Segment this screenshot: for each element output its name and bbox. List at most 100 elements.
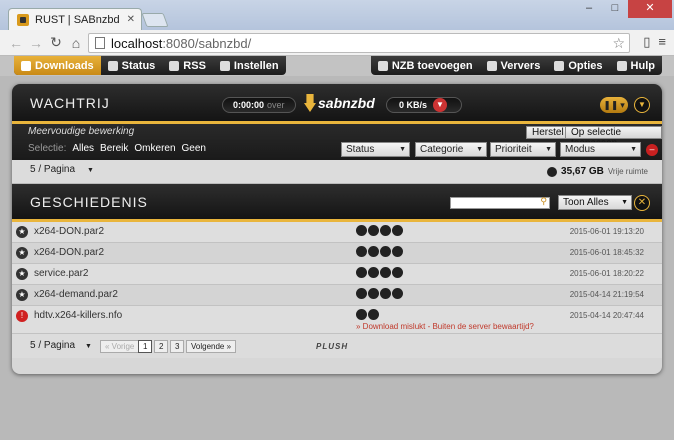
window-controls: – □ ✕ — [576, 0, 672, 18]
browser-tab[interactable]: RUST | SABnzbd ✕ — [8, 8, 142, 30]
queue-header: WACHTRIJ 0:00:00 over sabnzbd 0 KB/s ▼ ❚❚ ▾… — [12, 84, 662, 124]
row-actions — [356, 225, 403, 236]
status-icon — [107, 60, 118, 71]
rss-icon — [169, 60, 180, 71]
edit-icon[interactable] — [392, 225, 403, 236]
queue-per-page-select[interactable]: 5 / Pagina ▼ — [30, 164, 94, 175]
clock-icon[interactable] — [368, 225, 379, 236]
queue-title: WACHTRIJ — [30, 94, 110, 111]
collapse-queue-button[interactable]: ▼ — [634, 97, 650, 113]
edit-icon[interactable] — [392, 288, 403, 299]
page-3-button[interactable]: 3 — [170, 340, 185, 353]
nav-help[interactable]: Hulp — [610, 56, 662, 75]
history-search-input[interactable]: ⚲ — [450, 196, 550, 209]
window-titlebar: RUST | SABnzbd ✕ – □ ✕ — [0, 0, 674, 30]
delete-icon[interactable]: – — [646, 144, 658, 156]
clock-icon[interactable] — [368, 267, 379, 278]
select-none-link[interactable]: Geen — [182, 143, 206, 154]
star-icon: ★ — [16, 289, 28, 301]
gear-icon — [554, 60, 565, 71]
chart-icon[interactable] — [380, 225, 391, 236]
select-range-link[interactable]: Bereik — [100, 143, 128, 154]
nav-rss[interactable]: RSS — [162, 56, 213, 75]
table-row[interactable]: ★ service.par2 2015-06-01 18:20:22 — [12, 264, 662, 285]
time-left: 0:00:00 over — [222, 97, 296, 113]
status-select[interactable]: Status — [341, 142, 410, 157]
table-row[interactable]: ★ x264-DON.par2 2015-06-01 19:13:20 — [12, 222, 662, 243]
page-2-button[interactable]: 2 — [154, 340, 169, 353]
select-all-link[interactable]: Alles — [72, 143, 94, 154]
close-tab-icon[interactable]: ✕ — [127, 14, 135, 25]
download-icon[interactable] — [356, 288, 367, 299]
pause-button[interactable]: ❚❚ ▾ — [600, 97, 628, 113]
table-row[interactable]: ! hdtv.x264-killers.nfo 2015-04-14 20:47… — [12, 306, 662, 334]
speed-limit[interactable]: 0 KB/s ▼ — [386, 97, 462, 113]
nav-downloads[interactable]: Downloads — [14, 56, 101, 75]
download-icon[interactable] — [356, 225, 367, 236]
close-window-icon[interactable]: ✕ — [628, 0, 672, 18]
download-icon[interactable] — [356, 267, 367, 278]
nav-options[interactable]: Opties — [547, 56, 609, 75]
back-arrow-icon[interactable]: ← — [6, 35, 26, 51]
nav-status[interactable]: Status — [101, 56, 163, 75]
history-list: ★ x264-DON.par2 2015-06-01 19:13:20 ★ x2… — [12, 222, 662, 334]
error-message: » Download mislukt - Buiten de server be… — [356, 322, 534, 331]
history-per-page-select[interactable]: 5 / Pagina ▼ — [30, 340, 92, 351]
pause-icon: ❚❚ — [603, 99, 619, 110]
failed-icon: ! — [16, 310, 28, 322]
clear-history-button[interactable]: ✕ — [634, 195, 650, 211]
maximize-icon[interactable]: □ — [602, 0, 628, 18]
nav-instellen[interactable]: Instellen — [213, 56, 286, 75]
plush-brand: PLUSH — [316, 342, 349, 351]
download-icon[interactable] — [356, 309, 367, 320]
apply-selection-button[interactable]: Op selectie toepassen — [565, 126, 662, 149]
edit-icon[interactable] — [392, 267, 403, 278]
reset-button[interactable]: Herstel — [526, 126, 570, 139]
download-icon[interactable] — [356, 246, 367, 257]
priority-select[interactable]: Prioriteit — [490, 142, 556, 157]
wrench-icon — [219, 60, 230, 71]
minimize-icon[interactable]: – — [576, 0, 602, 18]
row-actions — [356, 267, 403, 278]
refresh-icon — [486, 60, 497, 71]
action-nav: NZB toevoegen Ververs Opties Hulp — [370, 56, 662, 75]
extension-icon[interactable]: ▯ — [643, 34, 650, 50]
reload-icon[interactable]: ↻ — [46, 34, 66, 51]
show-all-select[interactable]: Toon Alles — [558, 195, 632, 210]
prev-page-button[interactable]: « Vorige — [100, 340, 140, 353]
nav-add-nzb[interactable]: NZB toevoegen — [371, 56, 480, 75]
forward-arrow-icon[interactable]: → — [26, 35, 46, 51]
category-select[interactable]: Categorie — [415, 142, 487, 157]
page-1-button[interactable]: 1 — [138, 340, 153, 353]
chart-icon[interactable] — [380, 246, 391, 257]
star-icon: ★ — [16, 268, 28, 280]
edit-icon[interactable] — [392, 246, 403, 257]
next-page-button[interactable]: Volgende » — [186, 340, 237, 353]
chart-icon[interactable] — [380, 288, 391, 299]
selection-links: Selectie: Alles Bereik Omkeren Geen — [28, 143, 206, 154]
page-icon — [95, 37, 105, 49]
nav-refresh[interactable]: Ververs — [480, 56, 548, 75]
mode-select[interactable]: Modus — [560, 142, 641, 157]
chart-icon[interactable] — [380, 267, 391, 278]
browser-toolbar: ← → ↻ ⌂ localhost:8080/sabnzbd/ ☆ ▯ ≡ — [0, 30, 674, 56]
sabnzbd-favicon-icon — [17, 13, 29, 26]
main-panel: WACHTRIJ 0:00:00 over sabnzbd 0 KB/s ▼ ❚❚ ▾… — [12, 84, 662, 374]
menu-icon[interactable]: ≡ — [658, 34, 666, 50]
free-space: 35,67 GB Vrije ruimte — [547, 166, 648, 177]
new-tab-button[interactable] — [141, 13, 169, 27]
home-icon[interactable]: ⌂ — [66, 35, 86, 51]
bookmark-star-icon[interactable]: ☆ — [612, 35, 625, 52]
table-row[interactable]: ★ x264-DON.par2 2015-06-01 18:45:32 — [12, 243, 662, 264]
address-bar[interactable]: localhost:8080/sabnzbd/ ☆ — [88, 33, 630, 53]
clock-icon[interactable] — [368, 309, 379, 320]
history-pager: 5 / Pagina ▼ « Vorige 1 2 3 Volgende » PL… — [12, 334, 662, 358]
clock-icon[interactable] — [368, 246, 379, 257]
table-row[interactable]: ★ x264-demand.par2 2015-04-14 21:19:54 — [12, 285, 662, 306]
star-icon: ★ — [16, 226, 28, 238]
star-icon: ★ — [16, 247, 28, 259]
clock-icon[interactable] — [368, 288, 379, 299]
select-invert-link[interactable]: Omkeren — [134, 143, 175, 154]
chevron-down-icon: ▾ — [620, 99, 625, 110]
logo-arrow-icon — [304, 94, 316, 112]
